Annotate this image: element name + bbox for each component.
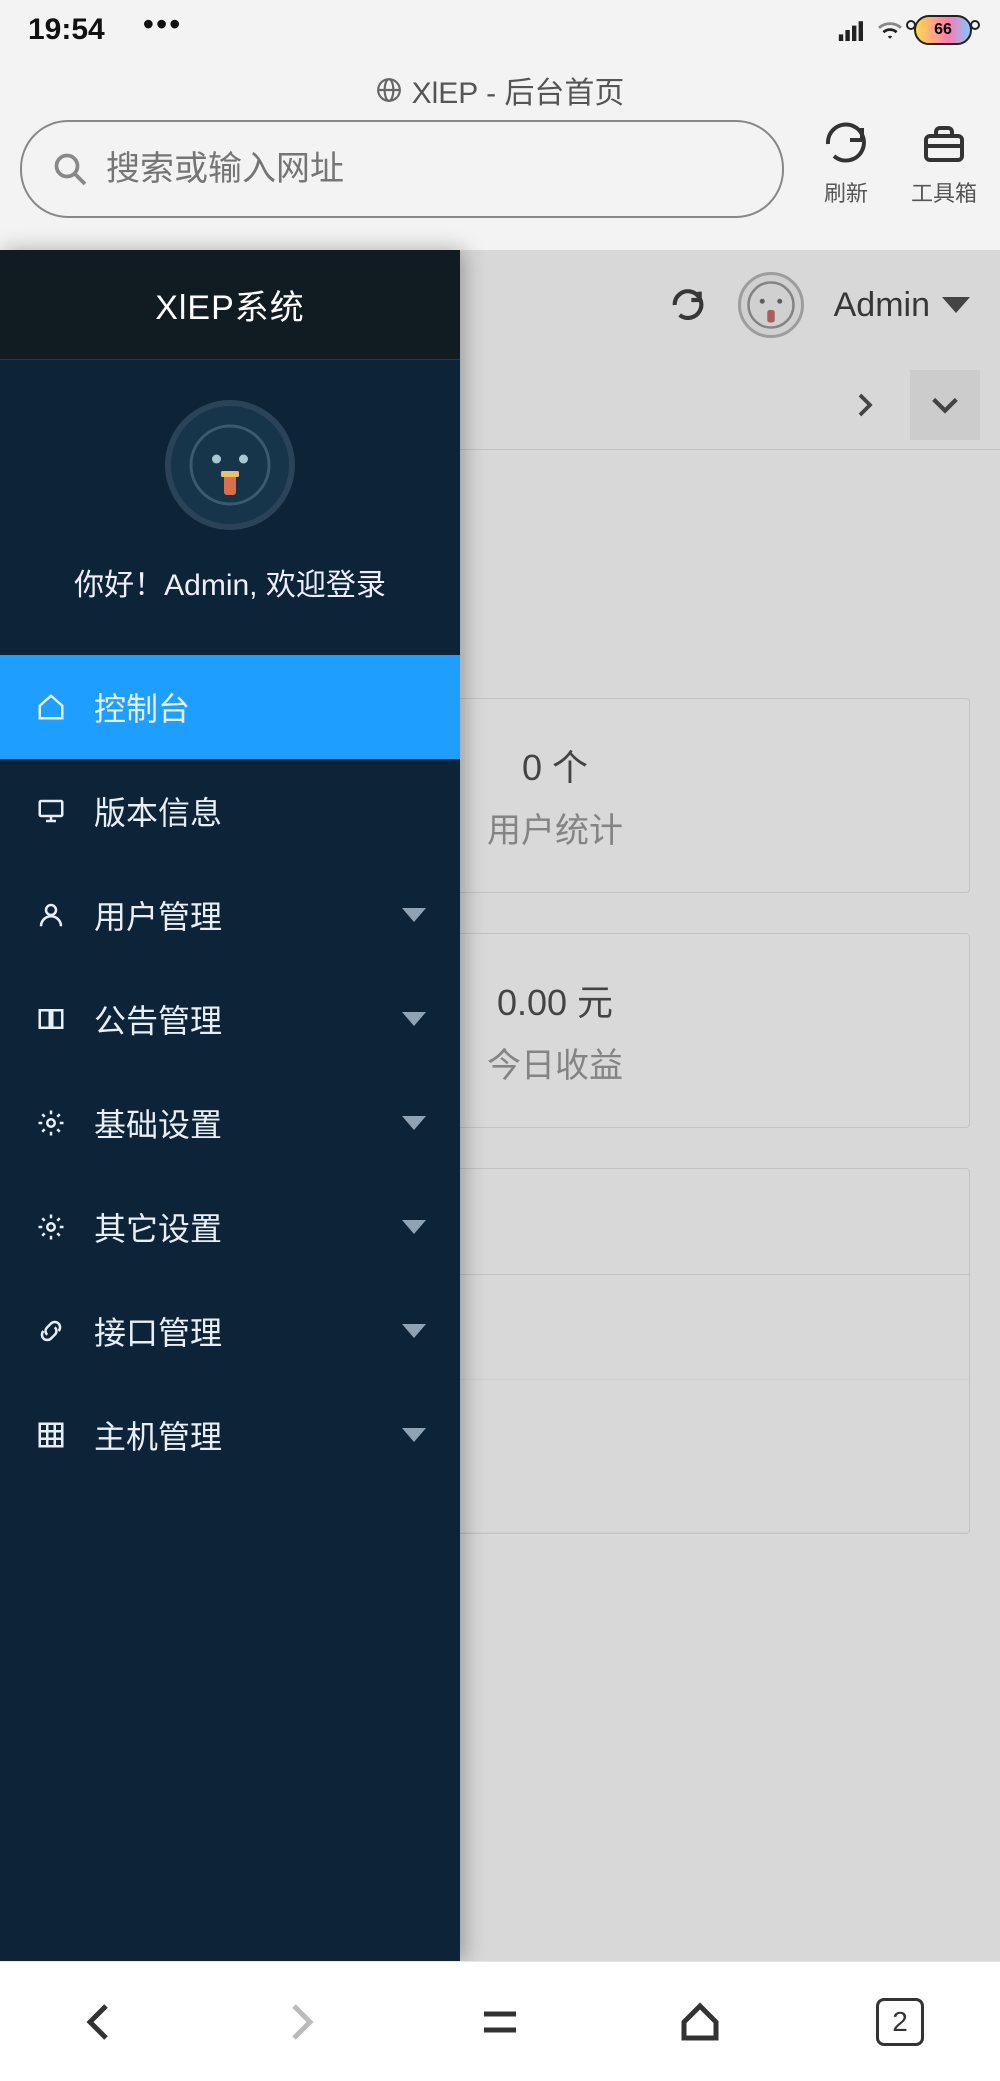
- sidebar-item-label: 接口管理: [94, 1308, 376, 1354]
- nav-menu-button[interactable]: [470, 1992, 530, 2052]
- gear-icon: [34, 1210, 68, 1244]
- nav-back-button[interactable]: [70, 1992, 130, 2052]
- tab-count-icon: 2: [876, 1998, 924, 2046]
- home-icon: [34, 690, 68, 724]
- toolbox-icon: [920, 120, 968, 168]
- sidebar-item-label: 基础设置: [94, 1100, 376, 1146]
- sidebar-item-label: 控制台: [94, 684, 426, 730]
- sidebar-greeting: 你好！Admin, 欢迎登录: [20, 560, 440, 604]
- sidebar-item-6[interactable]: 接口管理: [0, 1279, 460, 1383]
- browser-toolbar: 刷新 工具箱: [0, 120, 1000, 250]
- sidebar-item-4[interactable]: 基础设置: [0, 1071, 460, 1175]
- sidebar-item-5[interactable]: 其它设置: [0, 1175, 460, 1279]
- user-icon: [34, 898, 68, 932]
- sidebar-item-label: 版本信息: [94, 788, 426, 834]
- sidebar-item-label: 主机管理: [94, 1412, 376, 1458]
- browser-toolbox-button[interactable]: 工具箱: [908, 120, 980, 208]
- toolbox-label: 工具箱: [911, 176, 977, 208]
- chevron-right-icon: [276, 1998, 324, 2046]
- wifi-icon: [876, 19, 904, 41]
- caret-down-icon: [402, 1324, 426, 1338]
- sidebar-item-3[interactable]: 公告管理: [0, 967, 460, 1071]
- link-icon: [34, 1314, 68, 1348]
- sidebar-item-label: 用户管理: [94, 892, 376, 938]
- search-icon: [52, 151, 88, 187]
- home-icon: [676, 1998, 724, 2046]
- caret-down-icon: [402, 1428, 426, 1442]
- battery-level: 66: [934, 21, 952, 39]
- caret-down-icon: [402, 908, 426, 922]
- caret-down-icon: [402, 1220, 426, 1234]
- nav-home-button[interactable]: [670, 1992, 730, 2052]
- web-content: Admin dmin 23664179 0 个 用户统计 0.00 元 今日收益: [0, 250, 1000, 1961]
- signal-icon: [838, 19, 866, 41]
- gear-icon: [34, 1106, 68, 1140]
- globe-icon: [376, 77, 402, 103]
- book-icon: [34, 1002, 68, 1036]
- sidebar-item-7[interactable]: 主机管理: [0, 1383, 460, 1487]
- caret-down-icon: [402, 1012, 426, 1026]
- url-bar[interactable]: [20, 120, 784, 218]
- menu-icon: [476, 1998, 524, 2046]
- refresh-label: 刷新: [824, 176, 868, 208]
- battery-icon: 66: [914, 15, 972, 45]
- sidebar-item-1[interactable]: 版本信息: [0, 759, 460, 863]
- monitor-icon: [34, 794, 68, 828]
- sidebar-profile: 你好！Admin, 欢迎登录: [0, 360, 460, 655]
- browser-bottom-nav: 2: [0, 1961, 1000, 2081]
- sidebar: XlEP系统 你好！Admin, 欢迎登录 控制台版本信息用户管理公告管理基础设…: [0, 250, 460, 1961]
- caret-down-icon: [402, 1116, 426, 1130]
- sidebar-item-0[interactable]: 控制台: [0, 655, 460, 759]
- status-time: 19:54: [28, 13, 105, 47]
- nav-forward-button[interactable]: [270, 1992, 330, 2052]
- status-bar: 19:54 ••• 66: [0, 0, 1000, 60]
- sidebar-brand: XlEP系统: [0, 250, 460, 360]
- url-input[interactable]: [106, 150, 752, 189]
- nav-tabs-button[interactable]: 2: [870, 1992, 930, 2052]
- browser-page-title-row: XlEP - 后台首页: [0, 60, 1000, 120]
- sidebar-item-label: 其它设置: [94, 1204, 376, 1250]
- avatar-face-icon: [185, 420, 275, 510]
- sidebar-menu: 控制台版本信息用户管理公告管理基础设置其它设置接口管理主机管理: [0, 655, 460, 1487]
- chevron-left-icon: [76, 1998, 124, 2046]
- refresh-icon: [822, 120, 870, 168]
- browser-page-title: XlEP - 后台首页: [412, 68, 625, 112]
- browser-refresh-button[interactable]: 刷新: [810, 120, 882, 208]
- sidebar-item-label: 公告管理: [94, 996, 376, 1042]
- sidebar-avatar[interactable]: [165, 400, 295, 530]
- status-more-icon: •••: [143, 6, 183, 43]
- sidebar-item-2[interactable]: 用户管理: [0, 863, 460, 967]
- tab-count: 2: [892, 2006, 908, 2038]
- grid-icon: [34, 1418, 68, 1452]
